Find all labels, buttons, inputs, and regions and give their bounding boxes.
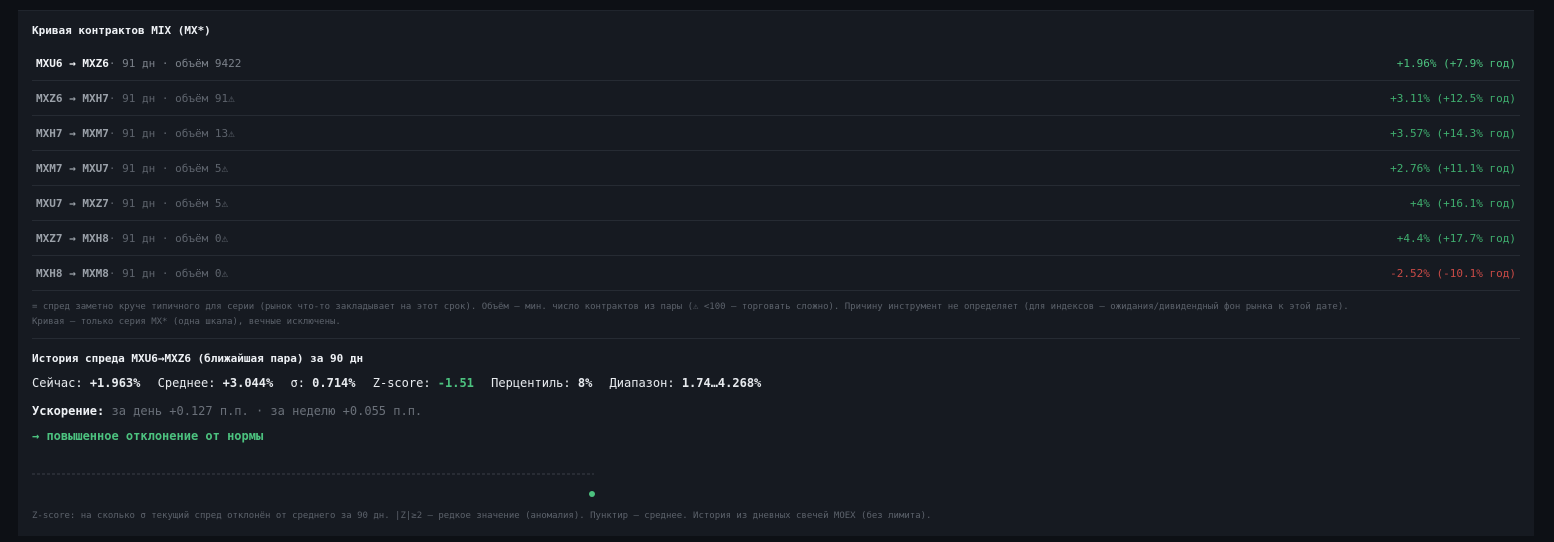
row-spread: +4.4% (+17.7% год) (1396, 231, 1516, 245)
range-label: Диапазон: (609, 376, 675, 390)
now-label: Сейчас: (32, 376, 83, 390)
zscore-footnote: Z-score: на сколько σ текущий спред откл… (32, 511, 932, 521)
row-spread: +3.11% (+12.5% год) (1390, 91, 1516, 105)
history-stats: Сейчас: +1.963% Среднее: +3.044% σ: 0.71… (32, 376, 761, 390)
acceleration: Ускорение: за день +0.127 п.п. · за неде… (32, 404, 422, 418)
curve-legend-note: = спред заметно круче типичного для сери… (32, 300, 1512, 330)
row-pair: MXU7 → MXZ7 (36, 196, 109, 210)
zscore-value: -1.51 (437, 376, 474, 390)
curve-row[interactable]: MXZ6 → MXH7 · 91 дн · объём 91⚠ +3.11% (… (32, 81, 1520, 116)
row-pair: MXZ7 → MXH8 (36, 231, 109, 245)
row-meta: · 91 дн · объём 5⚠ (108, 161, 229, 175)
curve-row[interactable]: MXH7 → MXM7 · 91 дн · объём 13⚠ +3.57% (… (32, 116, 1520, 151)
note-line: = спред заметно круче типичного для сери… (32, 302, 1349, 312)
sigma-label: σ: (290, 376, 305, 390)
row-spread: +4% (+16.1% год) (1410, 196, 1516, 210)
accel-label: Ускорение: (32, 404, 105, 418)
row-meta: · 91 дн · объём 13⚠ (108, 126, 235, 140)
curve-row[interactable]: MXH8 → MXM8 · 91 дн · объём 0⚠ -2.52% (-… (32, 256, 1520, 291)
sigma-value: 0.714% (312, 376, 356, 390)
mean-label: Среднее: (157, 376, 216, 390)
curve-row[interactable]: MXZ7 → MXH8 · 91 дн · объём 0⚠ +4.4% (+1… (32, 221, 1520, 256)
row-pair: MXZ6 → MXH7 (36, 91, 109, 105)
now-value: +1.963% (89, 376, 141, 390)
mean-value: +3.044% (222, 376, 274, 390)
curve-row[interactable]: MXU6 → MXZ6 · 91 дн · объём 9422 +1.96% … (32, 46, 1520, 81)
spread-panel: Кривая контрактов MIX (MX*) MXU6 → MXZ6 … (18, 10, 1534, 536)
row-meta: · 91 дн · объём 0⚠ (108, 231, 229, 245)
percentile-value: 8% (577, 376, 593, 390)
row-meta: · 91 дн · объём 9422 (108, 56, 242, 70)
row-meta: · 91 дн · объём 5⚠ (108, 196, 229, 210)
accel-value: за день +0.127 п.п. · за неделю +0.055 п… (111, 404, 423, 418)
curve-row[interactable]: MXU7 → MXZ7 · 91 дн · объём 5⚠ +4% (+16.… (32, 186, 1520, 221)
row-spread: +1.96% (+7.9% год) (1396, 56, 1516, 70)
row-pair: MXM7 → MXU7 (36, 161, 109, 175)
row-pair: MXH8 → MXM8 (36, 266, 109, 280)
row-meta: · 91 дн · объём 91⚠ (108, 91, 235, 105)
curve-row[interactable]: MXM7 → MXU7 · 91 дн · объём 5⚠ +2.76% (+… (32, 151, 1520, 186)
curve-table: MXU6 → MXZ6 · 91 дн · объём 9422 +1.96% … (32, 46, 1520, 291)
history-title: История спреда MXU6→MXZ6 (ближайшая пара… (32, 352, 364, 365)
row-pair: MXU6 → MXZ6 (36, 56, 109, 70)
row-meta: · 91 дн · объём 0⚠ (108, 266, 229, 280)
current-point (589, 491, 595, 497)
zscore-label: Z-score: (372, 376, 431, 390)
percentile-label: Перцентиль: (491, 376, 571, 390)
verdict-text: → повышенное отклонение от нормы (32, 429, 264, 443)
range-value: 1.74…4.268% (681, 376, 762, 390)
note-line: Кривая — только серия MX* (одна шкала), … (32, 317, 341, 327)
curve-title: Кривая контрактов MIX (MX*) (32, 24, 211, 37)
row-spread: -2.52% (-10.1% год) (1390, 266, 1516, 280)
section-divider (32, 338, 1520, 339)
spread-history-chart (32, 473, 595, 497)
row-spread: +3.57% (+14.3% год) (1390, 126, 1516, 140)
row-pair: MXH7 → MXM7 (36, 126, 109, 140)
row-spread: +2.76% (+11.1% год) (1390, 161, 1516, 175)
